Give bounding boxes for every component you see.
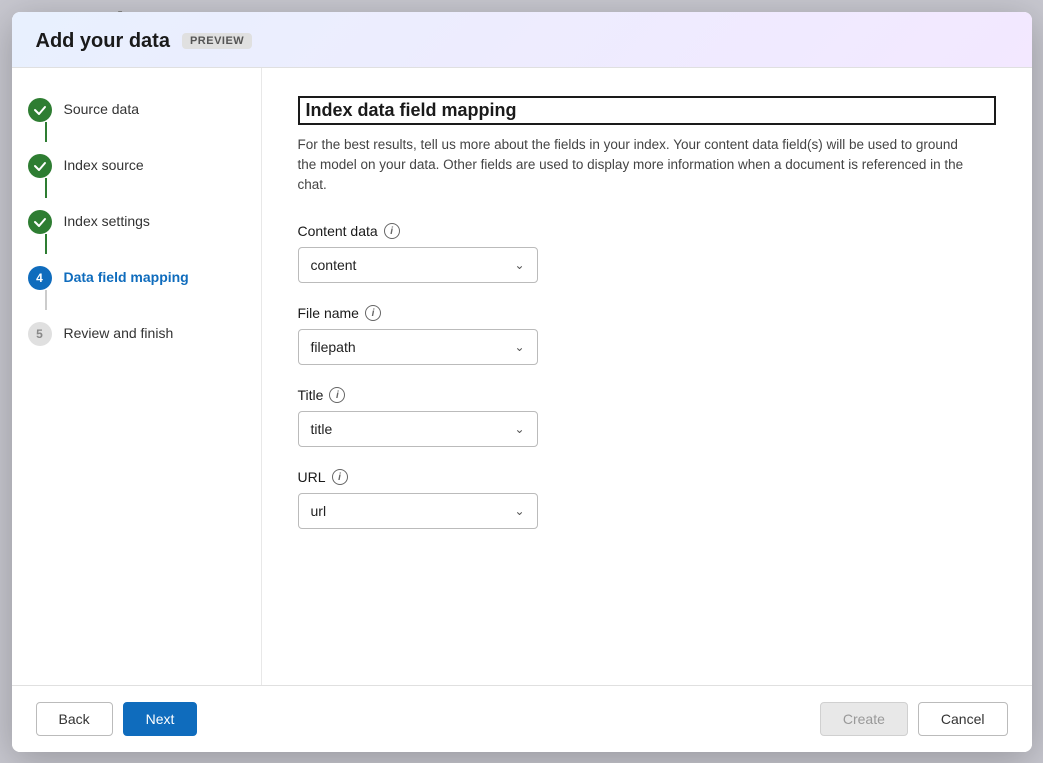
field-label-content-data: Content data i	[298, 223, 996, 239]
modal-footer: Back Next Create Cancel	[12, 685, 1032, 752]
file-name-chevron-icon: ⌄	[514, 340, 524, 354]
cancel-button[interactable]: Cancel	[918, 702, 1008, 736]
field-label-text-title: Title	[298, 387, 324, 403]
sidebar-item-data-field-mapping[interactable]: 4 Data field mapping	[28, 260, 245, 316]
sidebar: Source data Index source	[12, 68, 262, 685]
field-label-text-file-name: File name	[298, 305, 359, 321]
step-icon-index-source	[28, 154, 52, 178]
url-select[interactable]: url ⌄	[298, 493, 538, 529]
file-name-select[interactable]: filepath ⌄	[298, 329, 538, 365]
field-label-url: URL i	[298, 469, 996, 485]
sidebar-item-index-source[interactable]: Index source	[28, 148, 245, 204]
create-button[interactable]: Create	[820, 702, 908, 736]
modal-header: Add your data PREVIEW	[12, 12, 1032, 68]
url-chevron-icon: ⌄	[514, 504, 524, 518]
step-connector-1	[45, 122, 47, 142]
step-connector-2	[45, 178, 47, 198]
content-data-info-icon[interactable]: i	[384, 223, 400, 239]
sidebar-item-review-and-finish[interactable]: 5 Review and finish	[28, 316, 245, 352]
field-label-text-content-data: Content data	[298, 223, 378, 239]
title-value: title	[311, 421, 333, 437]
section-description: For the best results, tell us more about…	[298, 135, 978, 196]
step-connector-3	[45, 234, 47, 254]
add-your-data-modal: Add your data PREVIEW Source data	[12, 12, 1032, 752]
field-label-file-name: File name i	[298, 305, 996, 321]
sidebar-step-label-index-source: Index source	[64, 154, 144, 173]
sidebar-item-source-data[interactable]: Source data	[28, 92, 245, 148]
sidebar-step-label-index-settings: Index settings	[64, 210, 150, 229]
next-button[interactable]: Next	[123, 702, 198, 736]
preview-badge: PREVIEW	[182, 33, 252, 49]
field-group-title: Title i title ⌄	[298, 387, 996, 447]
main-content-area: Index data field mapping For the best re…	[262, 68, 1032, 685]
content-data-select[interactable]: content ⌄	[298, 247, 538, 283]
file-name-value: filepath	[311, 339, 356, 355]
title-select[interactable]: title ⌄	[298, 411, 538, 447]
modal-body: Source data Index source	[12, 68, 1032, 685]
footer-left-actions: Back Next	[36, 702, 198, 736]
field-label-title: Title i	[298, 387, 996, 403]
file-name-info-icon[interactable]: i	[365, 305, 381, 321]
step-icon-index-settings	[28, 210, 52, 234]
footer-right-actions: Create Cancel	[820, 702, 1008, 736]
sidebar-step-label-review-and-finish: Review and finish	[64, 322, 174, 341]
content-data-chevron-icon: ⌄	[514, 258, 524, 272]
field-group-file-name: File name i filepath ⌄	[298, 305, 996, 365]
step-icon-data-field-mapping: 4	[28, 266, 52, 290]
modal-title: Add your data	[36, 30, 170, 53]
step-connector-4	[45, 290, 47, 310]
step-icon-source-data	[28, 98, 52, 122]
step-icon-review-and-finish: 5	[28, 322, 52, 346]
title-chevron-icon: ⌄	[514, 422, 524, 436]
sidebar-step-label-source-data: Source data	[64, 98, 140, 117]
url-info-icon[interactable]: i	[332, 469, 348, 485]
url-value: url	[311, 503, 327, 519]
back-button[interactable]: Back	[36, 702, 113, 736]
content-data-value: content	[311, 257, 357, 273]
field-group-url: URL i url ⌄	[298, 469, 996, 529]
sidebar-step-label-data-field-mapping: Data field mapping	[64, 266, 189, 285]
section-title: Index data field mapping	[298, 96, 996, 125]
title-info-icon[interactable]: i	[329, 387, 345, 403]
field-group-content-data: Content data i content ⌄	[298, 223, 996, 283]
sidebar-item-index-settings[interactable]: Index settings	[28, 204, 245, 260]
field-label-text-url: URL	[298, 469, 326, 485]
